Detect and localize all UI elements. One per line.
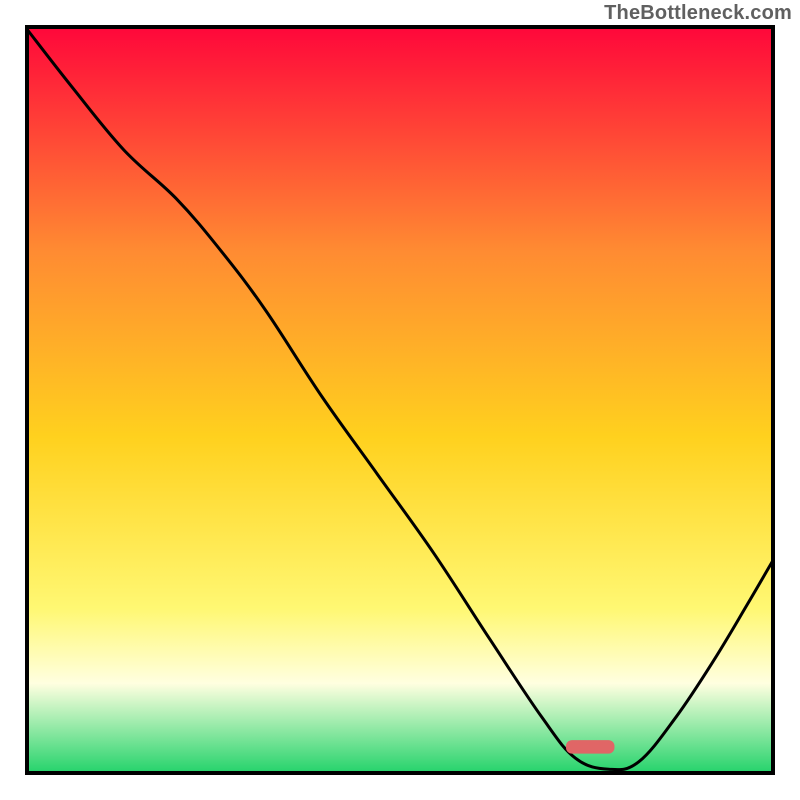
bottleneck-chart-svg xyxy=(0,0,800,800)
optimal-marker xyxy=(566,740,614,753)
plot-gradient-area xyxy=(27,27,773,773)
chart-container: TheBottleneck.com xyxy=(0,0,800,800)
